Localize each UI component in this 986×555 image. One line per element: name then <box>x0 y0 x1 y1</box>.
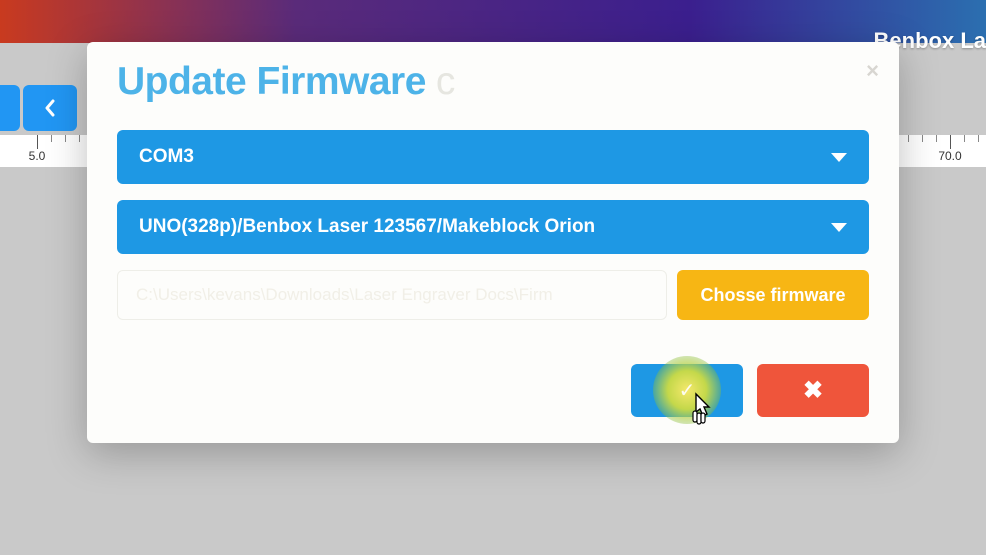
board-type-select[interactable]: UNO(328p)/Benbox Laser 123567/Makeblock … <box>117 200 869 254</box>
confirm-button[interactable]: ✓ <box>631 364 743 417</box>
chevron-down-icon <box>831 153 847 162</box>
dialog-title: Update Firmwarec <box>117 60 869 104</box>
firmware-path-input[interactable]: C:\Users\kevans\Downloads\Laser Engraver… <box>117 270 667 320</box>
close-icon: ✖ <box>803 376 823 405</box>
text-cursor-icon: c <box>436 60 455 103</box>
board-type-value: UNO(328p)/Benbox Laser 123567/Makeblock … <box>139 216 595 238</box>
update-firmware-dialog: × Update Firmwarec COM3 UNO(328p)/Benbox… <box>87 42 899 443</box>
close-button[interactable]: × <box>866 60 879 82</box>
chevron-down-icon <box>831 223 847 232</box>
modal-overlay: × Update Firmwarec COM3 UNO(328p)/Benbox… <box>0 0 986 555</box>
check-icon: ✓ <box>679 378 696 403</box>
com-port-select[interactable]: COM3 <box>117 130 869 184</box>
cancel-button[interactable]: ✖ <box>757 364 869 417</box>
com-port-value: COM3 <box>139 146 194 168</box>
choose-firmware-button[interactable]: Chosse firmware <box>677 270 869 320</box>
dialog-action-row: ✓ ✖ <box>117 364 869 417</box>
close-icon: × <box>866 58 879 83</box>
firmware-file-row: C:\Users\kevans\Downloads\Laser Engraver… <box>117 270 869 320</box>
